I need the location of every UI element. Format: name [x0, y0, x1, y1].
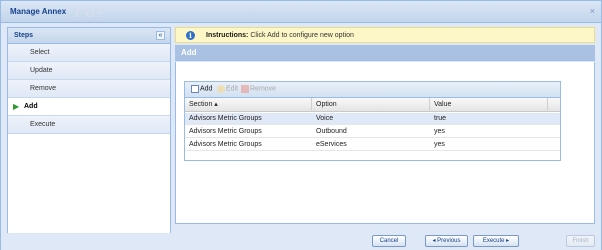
- remove-button[interactable]: Remove: [241, 85, 276, 95]
- previous-button[interactable]: ◂ Previous: [425, 235, 468, 247]
- column-header-value[interactable]: Value: [430, 98, 548, 112]
- cell-value: true: [434, 115, 447, 122]
- step-label: Update: [30, 67, 53, 74]
- options-grid: Add Edit Remove Section ▴ Option Value A…: [184, 81, 561, 161]
- table-row[interactable]: Advisors Metric Groups Outbound yes: [185, 126, 560, 138]
- step-execute[interactable]: Execute: [8, 116, 170, 134]
- manage-annex-window: Manage Annex FOF × Steps « Select Update…: [0, 0, 602, 250]
- add-button[interactable]: Add: [191, 85, 212, 95]
- cell-option: eServices: [316, 141, 347, 148]
- add-icon: [191, 85, 199, 93]
- finish-button[interactable]: Finish: [566, 235, 595, 247]
- remove-icon: [241, 85, 249, 93]
- main-content: i Instructions: Click Add to configure n…: [175, 27, 595, 243]
- play-arrow-icon: ▶: [13, 102, 20, 111]
- cell-value: yes: [434, 141, 445, 148]
- step-select[interactable]: Select: [8, 44, 170, 62]
- step-label: Add: [24, 103, 38, 110]
- panel-title: Add: [181, 48, 197, 57]
- instructions-prefix: Instructions:: [206, 32, 249, 39]
- steps-header: Steps «: [8, 28, 170, 44]
- add-panel-header: Add: [175, 45, 595, 61]
- instructions-text: Instructions: Click Add to configure new…: [206, 32, 354, 39]
- instructions-message: Click Add to configure new option: [250, 32, 354, 39]
- step-label: Select: [30, 49, 50, 56]
- wizard-footer: Cancel ◂ Previous Execute ▸ Finish: [1, 233, 601, 250]
- edit-label: Edit: [226, 85, 239, 93]
- cell-section: Advisors Metric Groups: [189, 128, 262, 135]
- collapse-icon[interactable]: «: [156, 31, 165, 40]
- step-label: Remove: [30, 85, 57, 92]
- window-title: Manage Annex: [10, 7, 67, 16]
- cell-section: Advisors Metric Groups: [189, 141, 262, 148]
- step-remove[interactable]: Remove: [8, 80, 170, 98]
- remove-label: Remove: [250, 85, 277, 93]
- steps-title: Steps: [14, 32, 34, 39]
- edit-button[interactable]: Edit: [217, 85, 238, 95]
- table-row[interactable]: Advisors Metric Groups eServices yes: [185, 139, 560, 151]
- step-label: Execute: [30, 121, 56, 128]
- edit-icon: [217, 85, 225, 93]
- close-icon[interactable]: ×: [590, 6, 595, 16]
- cell-option: Outbound: [316, 128, 347, 135]
- steps-sidebar: Steps « Select Update Remove ▶ Add Execu…: [7, 27, 171, 243]
- step-add[interactable]: ▶ Add: [8, 98, 170, 116]
- column-header-section[interactable]: Section ▴: [185, 98, 312, 112]
- window-titlebar[interactable]: Manage Annex FOF ×: [1, 1, 601, 23]
- window-title-watermark: FOF: [75, 4, 106, 20]
- step-update[interactable]: Update: [8, 62, 170, 80]
- add-label: Add: [200, 85, 213, 93]
- grid-toolbar: Add Edit Remove: [185, 82, 560, 98]
- cancel-button[interactable]: Cancel: [372, 235, 406, 247]
- grid-header: Section ▴ Option Value: [185, 98, 560, 112]
- cell-option: Voice: [316, 115, 334, 122]
- table-row[interactable]: Advisors Metric Groups Voice true: [185, 113, 560, 125]
- execute-button[interactable]: Execute ▸: [473, 235, 519, 247]
- info-icon: i: [186, 31, 195, 40]
- cell-section: Advisors Metric Groups: [189, 115, 262, 122]
- instructions-bar: i Instructions: Click Add to configure n…: [175, 27, 595, 43]
- cell-value: yes: [434, 128, 445, 135]
- column-header-option[interactable]: Option: [312, 98, 430, 112]
